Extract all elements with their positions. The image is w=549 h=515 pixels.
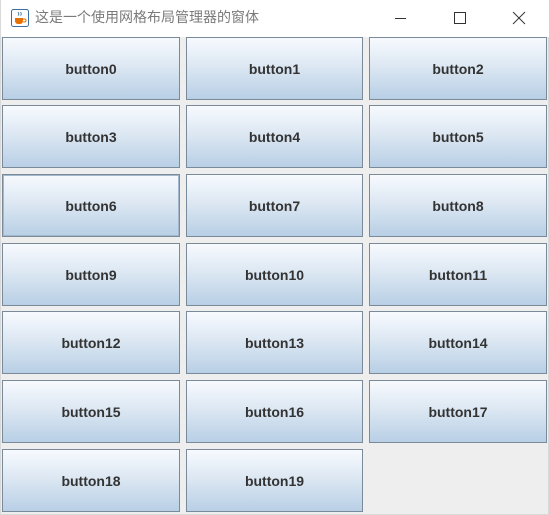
button15-button[interactable]: button15: [2, 380, 180, 443]
button11-button[interactable]: button11: [369, 243, 547, 306]
close-button[interactable]: [496, 0, 542, 37]
minimize-icon: [395, 18, 406, 19]
button6-button[interactable]: button6: [2, 174, 180, 237]
button12-button[interactable]: button12: [2, 311, 180, 374]
close-icon: [512, 11, 526, 25]
button17-button[interactable]: button17: [369, 380, 547, 443]
button2-button[interactable]: button2: [369, 37, 547, 100]
maximize-icon: [454, 12, 466, 24]
button14-button[interactable]: button14: [369, 311, 547, 374]
button18-button[interactable]: button18: [2, 449, 180, 512]
button3-button[interactable]: button3: [2, 105, 180, 168]
button13-button[interactable]: button13: [186, 311, 363, 374]
title-bar[interactable]: 这是一个使用网格布局管理器的窗体: [1, 0, 549, 37]
button7-button[interactable]: button7: [186, 174, 363, 237]
button-grid: button0 button1 button2 button3 button4 butto…: [2, 37, 549, 513]
java-coffee-icon: [11, 9, 29, 27]
button1-button[interactable]: button1: [186, 37, 363, 100]
button10-button[interactable]: button10: [186, 243, 363, 306]
minimize-button[interactable]: [377, 0, 423, 37]
button4-button[interactable]: button4: [186, 105, 363, 168]
button19-button[interactable]: button19: [186, 449, 363, 512]
button8-button[interactable]: button8: [369, 174, 547, 237]
button16-button[interactable]: button16: [186, 380, 363, 443]
button5-button[interactable]: button5: [369, 105, 547, 168]
maximize-button[interactable]: [437, 0, 483, 37]
app-window: 这是一个使用网格布局管理器的窗体 button0 button1 button2 bu…: [0, 0, 549, 515]
button9-button[interactable]: button9: [2, 243, 180, 306]
window-title: 这是一个使用网格布局管理器的窗体: [35, 10, 259, 26]
button0-button[interactable]: button0: [2, 37, 180, 100]
